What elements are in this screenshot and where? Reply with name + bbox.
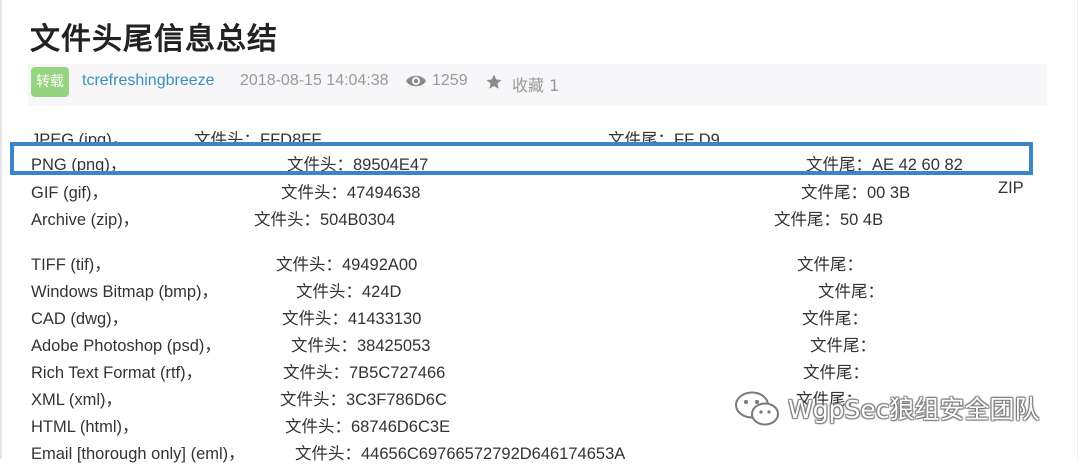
format-name: GIF (gif)， [31,184,108,202]
file-header: 文件头：49492A00 [276,256,418,274]
file-header: 文件头：FFD8FF [194,131,322,143]
format-name: Rich Text Format (rtf)， [31,364,203,382]
table-row: Archive (zip)， 文件头：504B0304 文件尾：50 4B [0,206,1080,230]
file-header: 文件头：44656C69766572792D646174653A [295,445,626,463]
format-extra: ZIP [998,179,1024,197]
file-trailer: 文件尾： [802,310,868,328]
png-highlight-box [10,142,1033,175]
table-row: Email [thorough only] (eml)， 文件头：44656C6… [0,440,1080,464]
format-name: TIFF (tif)， [31,256,111,274]
file-header: 文件头：504B0304 [254,211,396,229]
file-header: 文件头：424D [296,283,402,301]
file-trailer: 文件尾：50 4B [774,211,884,229]
eye-icon [406,75,426,87]
file-trailer: 文件尾： [810,337,876,355]
file-trailer: 文件尾：00 3B [801,184,911,202]
file-header: 文件头：41433130 [282,310,422,328]
article-meta-bar: 转载 tcrefreshingbreeze 2018-08-15 14:04:3… [28,64,1047,106]
format-name: Archive (zip)， [31,211,140,229]
table-row: Adobe Photoshop (psd)， 文件头：38425053 文件尾： [0,332,1080,356]
table-row: Rich Text Format (rtf)， 文件头：7B5C727466 文… [0,359,1080,383]
author-link[interactable]: tcrefreshingbreeze [82,72,215,90]
favorite-count: 收藏 1 [512,76,560,95]
table-row: JPEG (jpg)， 文件头：FFD8FF 文件尾：FF D9 [0,124,1080,143]
file-trailer: 文件尾： [803,364,869,382]
file-header: 文件头：3C3F786D6C [280,391,447,409]
format-name: Windows Bitmap (bmp)， [31,283,219,301]
file-header: 文件头：38425053 [291,337,431,355]
table-row: GIF (gif)， 文件头：47494638 文件尾：00 3B ZIP [0,179,1080,203]
star-icon[interactable] [485,73,503,91]
format-name: JPEG (jpg)， [31,131,129,143]
clipped-row-container: JPEG (jpg)， 文件头：FFD8FF 文件尾：FF D9 [0,124,1080,143]
file-header: 文件头：68746D6C3E [285,418,451,436]
publish-date: 2018-08-15 14:04:38 [240,72,389,89]
article-title: 文件头尾信息总结 [30,22,278,57]
table-row: CAD (dwg)， 文件头：41433130 文件尾： [0,305,1080,329]
file-trailer: 文件尾： [818,283,884,301]
repost-badge: 转载 [31,67,69,97]
format-name: HTML (html)， [31,418,139,436]
file-trailer: 文件尾： [797,256,863,274]
format-name: Adobe Photoshop (psd)， [31,337,221,355]
file-trailer: 文件尾：FF D9 [608,131,720,143]
format-name: CAD (dwg)， [31,310,129,328]
file-header: 文件头：47494638 [281,184,421,202]
view-count: 1259 [432,72,468,89]
wechat-icon [735,391,779,426]
table-row: Windows Bitmap (bmp)， 文件头：424D 文件尾： [0,278,1080,302]
format-name: Email [thorough only] (eml)， [31,445,245,463]
table-row: TIFF (tif)， 文件头：49492A00 文件尾： [0,251,1080,275]
watermark-text: WgpSec狼组安全团队 [788,395,1040,424]
format-name: XML (xml)， [31,391,123,409]
file-header: 文件头：7B5C727466 [283,364,446,382]
